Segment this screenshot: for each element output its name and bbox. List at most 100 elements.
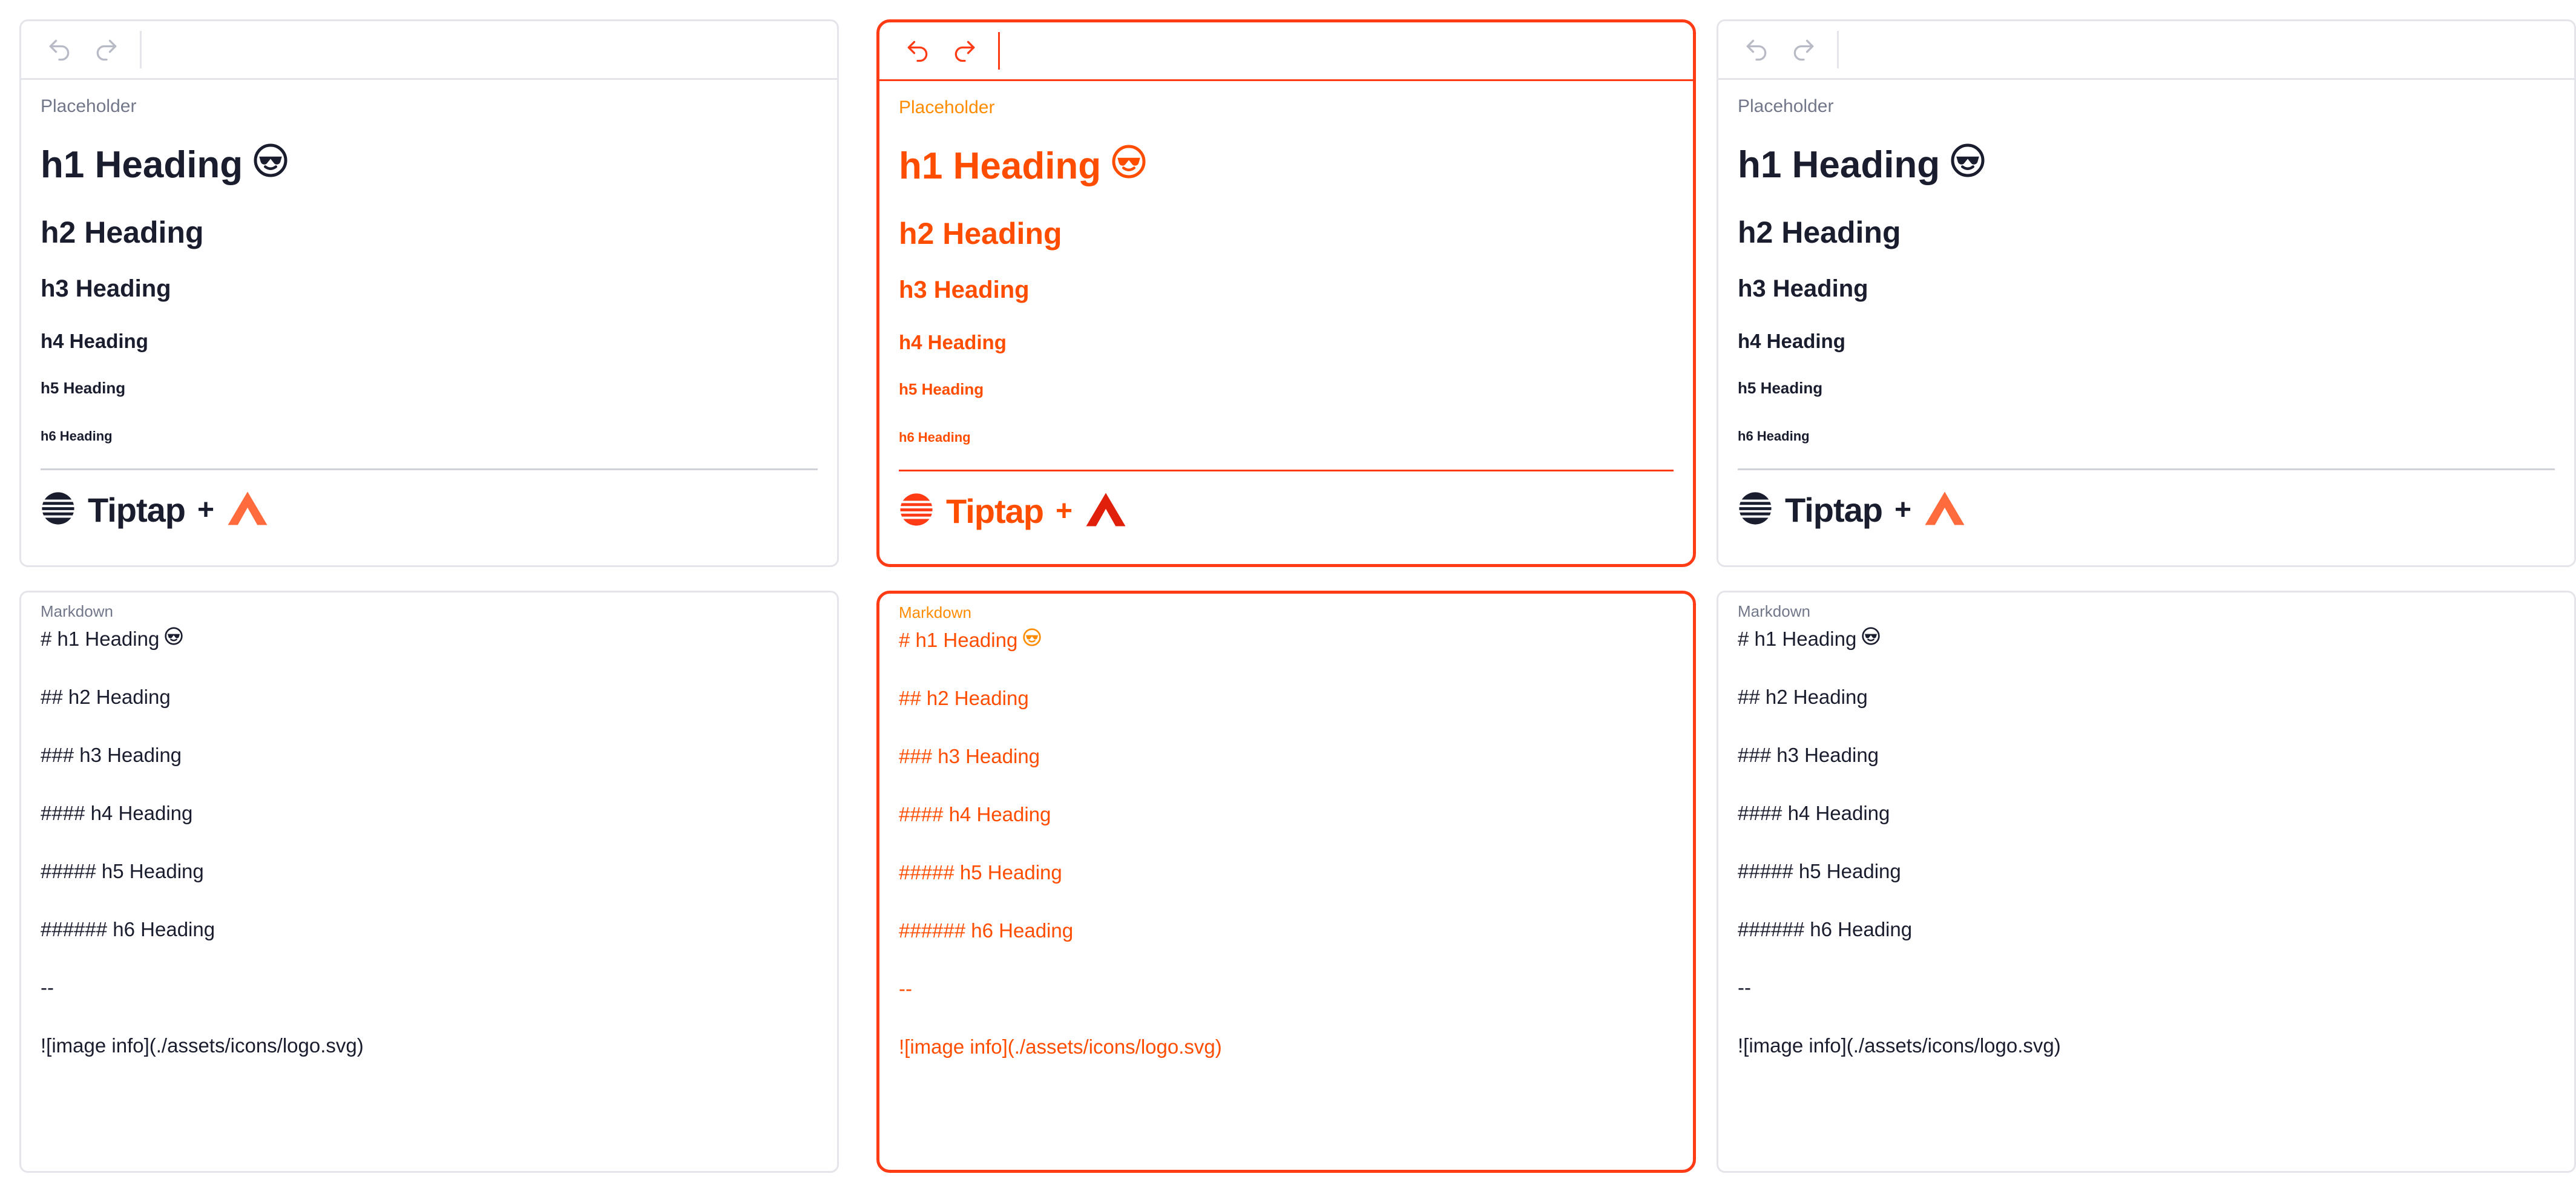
undo-icon xyxy=(907,41,928,62)
tiptap-logo-icon xyxy=(899,492,934,530)
sunglasses-emoji-icon xyxy=(1111,143,1147,190)
markdown-line: -- xyxy=(41,976,54,999)
horizontal-rule xyxy=(899,470,1674,471)
markdown-panel-left: Markdown # h1 Heading ## h2 Heading ### … xyxy=(19,591,839,1173)
logo-image: Tiptap + xyxy=(41,488,818,531)
markdown-line: # h1 Heading xyxy=(41,626,818,652)
markdown-line: #### h4 Heading xyxy=(1738,802,1890,824)
toolbar-separator xyxy=(1837,31,1839,68)
undo-button[interactable] xyxy=(1740,33,1773,66)
logo-image: Tiptap + xyxy=(899,490,1674,532)
heading-1: h1 Heading xyxy=(899,144,1674,189)
tiptap-logo-icon xyxy=(1738,491,1773,529)
markdown-label: Markdown xyxy=(1738,602,1810,620)
redo-button[interactable] xyxy=(1787,33,1820,66)
sunglasses-emoji-icon xyxy=(164,626,183,652)
redo-button[interactable] xyxy=(90,33,123,66)
editor-panel-right: Placeholder h1 Heading h2 Heading h3 Hea… xyxy=(1717,19,2576,567)
markdown-content[interactable]: Markdown # h1 Heading ## h2 Heading ### … xyxy=(879,602,1693,1060)
markdown-line: ![image info](./assets/icons/logo.svg) xyxy=(1738,1034,2061,1057)
heading-3: h3 Heading xyxy=(899,277,1030,303)
heading-3: h3 Heading xyxy=(41,275,171,302)
heading-2: h2 Heading xyxy=(41,215,204,249)
undo-button[interactable] xyxy=(43,33,76,66)
markdown-line: #### h4 Heading xyxy=(899,803,1051,825)
markdown-line: ## h2 Heading xyxy=(1738,686,1868,708)
brand-mark-icon xyxy=(1085,491,1127,531)
brand-mark-icon xyxy=(1924,490,1966,530)
markdown-line: ### h3 Heading xyxy=(1738,744,1879,766)
brand-name: Tiptap xyxy=(946,491,1044,530)
redo-icon xyxy=(954,41,975,62)
heading-1: h1 Heading xyxy=(41,143,818,188)
markdown-line: ##### h5 Heading xyxy=(899,861,1062,884)
markdown-line: ##### h5 Heading xyxy=(1738,860,1901,882)
markdown-line: ## h2 Heading xyxy=(899,687,1029,709)
brand-name: Tiptap xyxy=(88,490,186,529)
heading-1-text: h1 Heading xyxy=(41,144,243,186)
editor-panel-diff: Placeholder h1 Heading h2 Heading h3 Hea… xyxy=(876,19,1696,567)
markdown-line: ![image info](./assets/icons/logo.svg) xyxy=(899,1035,1222,1058)
heading-1-text: h1 Heading xyxy=(1738,144,1940,186)
editor-toolbar xyxy=(879,22,1693,81)
markdown-label: Markdown xyxy=(899,603,971,622)
heading-3: h3 Heading xyxy=(1738,275,1868,302)
undo-button[interactable] xyxy=(901,34,934,67)
editor-content[interactable]: Placeholder h1 Heading h2 Heading h3 Hea… xyxy=(1718,93,2574,531)
heading-4: h4 Heading xyxy=(1738,330,1845,352)
horizontal-rule xyxy=(1738,468,2555,470)
markdown-line: ##### h5 Heading xyxy=(41,860,204,882)
toolbar-separator xyxy=(998,32,1000,70)
markdown-line: #### h4 Heading xyxy=(41,802,193,824)
editor-toolbar xyxy=(1718,21,2574,80)
sunglasses-emoji-icon xyxy=(252,142,289,189)
heading-5: h5 Heading xyxy=(41,379,126,397)
markdown-line: # h1 Heading xyxy=(899,628,1674,653)
sunglasses-emoji-icon xyxy=(1861,626,1881,652)
heading-2: h2 Heading xyxy=(899,217,1062,251)
plus-sign: + xyxy=(197,493,214,526)
heading-1-text: h1 Heading xyxy=(899,145,1102,187)
markdown-line: ###### h6 Heading xyxy=(899,919,1074,942)
markdown-line: ![image info](./assets/icons/logo.svg) xyxy=(41,1034,364,1057)
heading-6: h6 Heading xyxy=(1738,428,1810,444)
heading-2: h2 Heading xyxy=(1738,215,1901,249)
undo-icon xyxy=(49,39,70,61)
heading-5: h5 Heading xyxy=(1738,379,1823,397)
markdown-panel-diff: Markdown # h1 Heading ## h2 Heading ### … xyxy=(876,591,1696,1173)
redo-icon xyxy=(96,39,117,61)
brand-name: Tiptap xyxy=(1785,490,1883,529)
placeholder-label: Placeholder xyxy=(41,96,137,116)
editor-toolbar xyxy=(21,21,837,80)
markdown-line: ### h3 Heading xyxy=(899,745,1040,767)
undo-icon xyxy=(1746,39,1767,61)
editor-panel-left: Placeholder h1 Heading h2 Heading h3 Hea… xyxy=(19,19,839,567)
horizontal-rule xyxy=(41,468,818,470)
markdown-line: -- xyxy=(1738,976,1751,999)
editor-content[interactable]: Placeholder h1 Heading h2 Heading h3 Hea… xyxy=(879,94,1693,532)
heading-1: h1 Heading xyxy=(1738,143,2555,188)
placeholder-label: Placeholder xyxy=(899,97,995,117)
markdown-line: ## h2 Heading xyxy=(41,686,171,708)
plus-sign: + xyxy=(1894,493,1911,526)
heading-4: h4 Heading xyxy=(41,330,148,352)
heading-6: h6 Heading xyxy=(41,428,113,444)
markdown-label: Markdown xyxy=(41,602,113,620)
brand-mark-icon xyxy=(226,490,269,530)
plus-sign: + xyxy=(1055,494,1073,527)
editor-content[interactable]: Placeholder h1 Heading h2 Heading h3 Hea… xyxy=(21,93,837,531)
markdown-panel-right: Markdown # h1 Heading ## h2 Heading ### … xyxy=(1717,591,2576,1173)
markdown-line: ###### h6 Heading xyxy=(41,918,215,940)
markdown-line: ###### h6 Heading xyxy=(1738,918,1913,940)
redo-button[interactable] xyxy=(948,34,981,67)
markdown-content[interactable]: Markdown # h1 Heading ## h2 Heading ### … xyxy=(21,601,837,1058)
tiptap-logo-icon xyxy=(41,491,76,529)
sunglasses-emoji-icon xyxy=(1022,628,1042,653)
heading-4: h4 Heading xyxy=(899,331,1007,353)
placeholder-label: Placeholder xyxy=(1738,96,1834,116)
toolbar-separator xyxy=(140,31,142,68)
markdown-line: # h1 Heading xyxy=(1738,626,2555,652)
redo-icon xyxy=(1793,39,1814,61)
markdown-content[interactable]: Markdown # h1 Heading ## h2 Heading ### … xyxy=(1718,601,2574,1058)
heading-6: h6 Heading xyxy=(899,430,971,445)
